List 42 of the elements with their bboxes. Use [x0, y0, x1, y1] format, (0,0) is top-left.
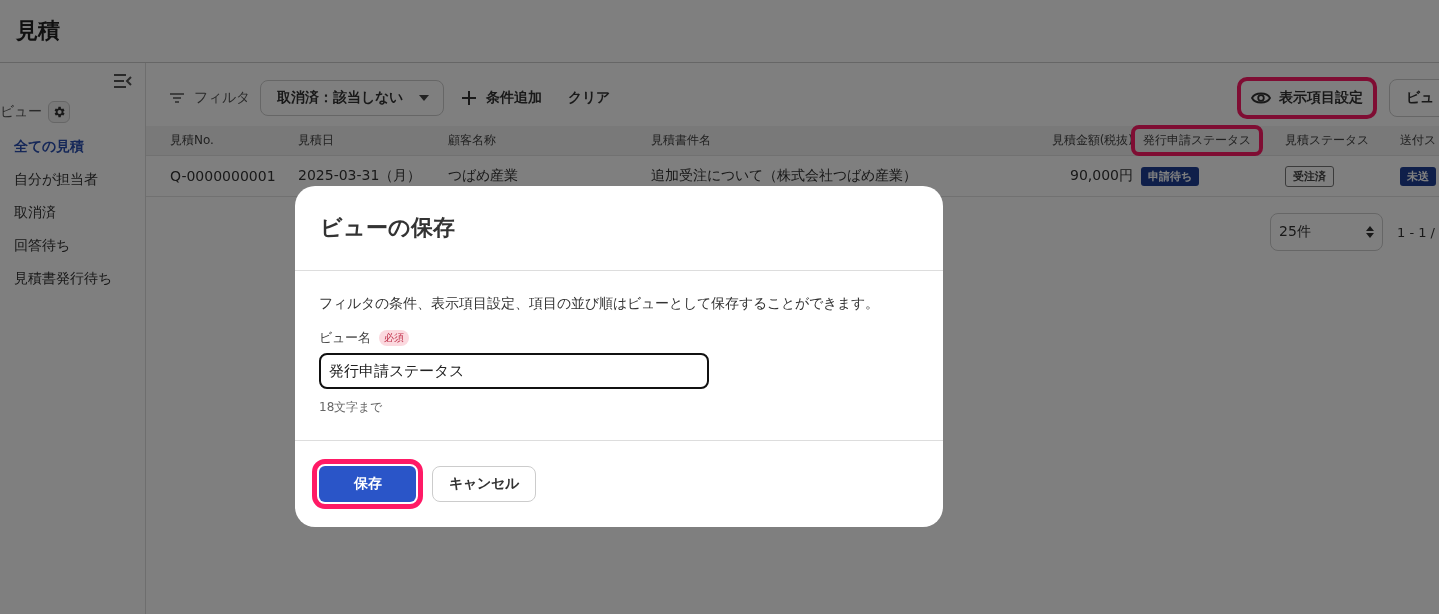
- sidebar-item[interactable]: 自分が担当者: [0, 164, 145, 197]
- eye-icon: [1251, 91, 1271, 105]
- dialog-description: フィルタの条件、表示項目設定、項目の並び順はビューとして保存することができます。: [319, 295, 880, 313]
- table-cell-text: 90,000円: [1070, 167, 1134, 185]
- page-title: 見積: [16, 17, 60, 45]
- column-header: 見積ステータス: [1285, 132, 1369, 149]
- filter-chip[interactable]: 取消済：該当しない: [260, 80, 444, 116]
- add-condition-button[interactable]: 条件追加: [454, 83, 550, 113]
- sort-arrows-icon: [1366, 225, 1374, 239]
- filter-label: フィルタ: [194, 89, 250, 107]
- plus-icon: [462, 91, 476, 105]
- clear-button[interactable]: クリア: [560, 83, 618, 113]
- collapse-sidebar-icon[interactable]: [113, 73, 133, 89]
- column-header: 送付ス: [1400, 132, 1436, 149]
- table-cell: Q-0000000001: [170, 168, 276, 184]
- status-badge: 未送: [1400, 166, 1436, 186]
- field-hint: 18文字まで: [319, 399, 384, 416]
- status-badge: 受注済: [1285, 165, 1334, 187]
- filter-icon: [170, 93, 184, 103]
- view-name-field[interactable]: 発行申請ステータス: [319, 353, 709, 389]
- page-size-select[interactable]: 25件: [1270, 213, 1383, 251]
- caret-icon: [419, 95, 429, 101]
- settings-icon[interactable]: [48, 101, 70, 123]
- table-cell: つばめ産業: [448, 167, 518, 185]
- view-label: ビュー: [0, 103, 42, 121]
- view-button[interactable]: ビュ: [1389, 79, 1439, 117]
- sidebar-item[interactable]: 見積書発行待ち: [0, 263, 145, 296]
- sidebar-item[interactable]: 全ての見積: [0, 131, 145, 164]
- column-header: 見積日: [298, 132, 334, 149]
- column-header: 顧客名称: [448, 132, 496, 149]
- dialog-title: ビューの保存: [295, 186, 943, 271]
- table-cell: 2025-03-31（月）: [298, 167, 422, 185]
- column-header: 見積書件名: [651, 132, 711, 149]
- field-label: ビュー名: [319, 329, 371, 347]
- required-badge: 必須: [379, 330, 409, 346]
- column-header: 見積No.: [170, 132, 214, 149]
- status-badge: 申請待ち: [1141, 166, 1199, 186]
- table-cell: 追加受注について（株式会社つばめ産業）: [651, 167, 917, 185]
- page-range: 1 - 1 /: [1397, 224, 1435, 240]
- sidebar-item[interactable]: 取消済: [0, 197, 145, 230]
- cancel-button[interactable]: キャンセル: [432, 466, 536, 502]
- sidebar-item[interactable]: 回答待ち: [0, 230, 145, 263]
